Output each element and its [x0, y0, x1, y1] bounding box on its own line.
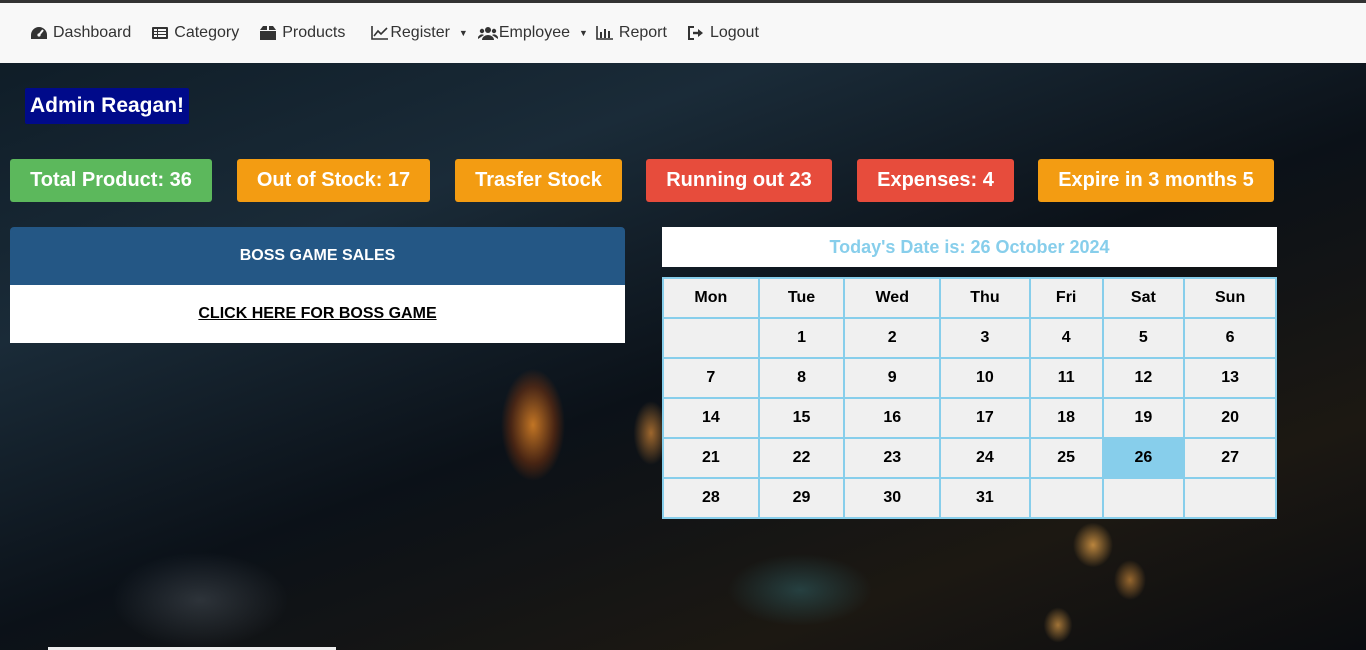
stat-total-product[interactable]: Total Product: 36: [10, 159, 212, 202]
nav-employee-label: Employee: [498, 24, 570, 41]
calendar-week-row: 21 22 23 24 25 26 27: [662, 437, 1277, 479]
nav-employee[interactable]: Employee ▼: [477, 24, 588, 42]
calendar: Mon Tue Wed Thu Fri Sat Sun 1 2 3 4 5 6 …: [662, 277, 1277, 519]
stat-out-of-stock[interactable]: Out of Stock: 17: [237, 159, 430, 202]
calendar-day-cell: [1101, 477, 1186, 519]
calendar-day-cell: 2: [843, 317, 942, 359]
calendar-day-cell: 28: [662, 477, 760, 519]
boss-game-link[interactable]: CLICK HERE FOR BOSS GAME: [198, 305, 436, 323]
list-icon: [152, 27, 169, 39]
calendar-day-cell: [1183, 477, 1277, 519]
calendar-day-cell: 27: [1183, 437, 1277, 479]
calendar-day-cell: 16: [843, 397, 942, 439]
stat-expire[interactable]: Expire in 3 months 5: [1038, 159, 1274, 202]
calendar-day-cell: 12: [1101, 357, 1186, 399]
calendar-day-header: Sat: [1101, 277, 1186, 319]
nav-products-label: Products: [282, 24, 346, 41]
nav-report[interactable]: Report: [596, 24, 667, 42]
nav-category-label: Category: [174, 24, 240, 41]
users-icon: [477, 27, 498, 40]
nav-logout-label: Logout: [709, 24, 759, 41]
nav-dashboard-label: Dashboard: [53, 24, 132, 41]
nav-dashboard[interactable]: Dashboard: [30, 24, 131, 42]
calendar-day-cell: 21: [662, 437, 760, 479]
calendar-day-cell: 17: [939, 397, 1031, 439]
bar-chart-icon: [596, 26, 613, 40]
calendar-day-cell: 8: [757, 357, 846, 399]
calendar-day-cell: [1028, 477, 1104, 519]
calendar-day-cell: 25: [1028, 437, 1104, 479]
calendar-today-cell: 26: [1101, 437, 1186, 479]
box-icon: [260, 26, 277, 40]
calendar-day-cell: [662, 317, 760, 359]
stat-transfer-stock[interactable]: Trasfer Stock: [455, 159, 622, 202]
todays-date: Today's Date is: 26 October 2024: [662, 227, 1277, 267]
calendar-day-cell: 29: [757, 477, 846, 519]
boss-game-panel-body: CLICK HERE FOR BOSS GAME: [10, 285, 625, 343]
stat-running-out[interactable]: Running out 23: [646, 159, 832, 202]
boss-game-panel-title: BOSS GAME SALES: [10, 227, 625, 285]
stat-expenses[interactable]: Expenses: 4: [857, 159, 1014, 202]
calendar-day-cell: 6: [1183, 317, 1277, 359]
calendar-day-cell: 22: [757, 437, 846, 479]
calendar-day-header: Wed: [843, 277, 942, 319]
calendar-header-row: Mon Tue Wed Thu Fri Sat Sun: [662, 277, 1277, 319]
nav-report-label: Report: [618, 24, 667, 41]
calendar-day-cell: 23: [843, 437, 942, 479]
calendar-day-header: Mon: [662, 277, 760, 319]
calendar-week-row: 7 8 9 10 11 12 13: [662, 357, 1277, 399]
calendar-week-row: 14 15 16 17 18 19 20: [662, 397, 1277, 439]
calendar-day-cell: 24: [939, 437, 1031, 479]
calendar-day-header: Thu: [939, 277, 1031, 319]
calendar-day-cell: 10: [939, 357, 1031, 399]
nav-register[interactable]: Register ▼: [371, 24, 468, 42]
chevron-down-icon: ▼: [579, 28, 588, 38]
calendar-day-cell: 4: [1028, 317, 1104, 359]
nav-logout[interactable]: Logout: [687, 24, 759, 42]
calendar-day-cell: 7: [662, 357, 760, 399]
calendar-day-cell: 1: [757, 317, 846, 359]
calendar-day-cell: 3: [939, 317, 1031, 359]
calendar-day-cell: 13: [1183, 357, 1277, 399]
calendar-day-header: Fri: [1028, 277, 1104, 319]
line-chart-icon: [371, 26, 389, 40]
navbar: Dashboard Category Products Register ▼ E…: [0, 3, 1366, 63]
calendar-day-cell: 18: [1028, 397, 1104, 439]
calendar-week-row: 1 2 3 4 5 6: [662, 317, 1277, 359]
nav-category[interactable]: Category: [151, 24, 239, 42]
calendar-day-header: Sun: [1183, 277, 1277, 319]
calendar-day-cell: 20: [1183, 397, 1277, 439]
calendar-day-cell: 19: [1101, 397, 1186, 439]
chevron-down-icon: ▼: [458, 28, 468, 38]
calendar-day-cell: 14: [662, 397, 760, 439]
sign-out-icon: [687, 26, 703, 40]
calendar-day-cell: 11: [1028, 357, 1104, 399]
calendar-day-cell: 5: [1101, 317, 1186, 359]
nav-register-label: Register: [390, 24, 450, 41]
admin-greeting: Admin Reagan!: [25, 88, 190, 124]
calendar-week-row: 28 29 30 31: [662, 477, 1277, 519]
calendar-day-cell: 31: [939, 477, 1031, 519]
calendar-day-header: Tue: [757, 277, 846, 319]
calendar-day-cell: 15: [757, 397, 846, 439]
calendar-day-cell: 30: [843, 477, 942, 519]
calendar-day-cell: 9: [843, 357, 942, 399]
dashboard-icon: [31, 27, 47, 39]
nav-products[interactable]: Products: [259, 24, 345, 42]
